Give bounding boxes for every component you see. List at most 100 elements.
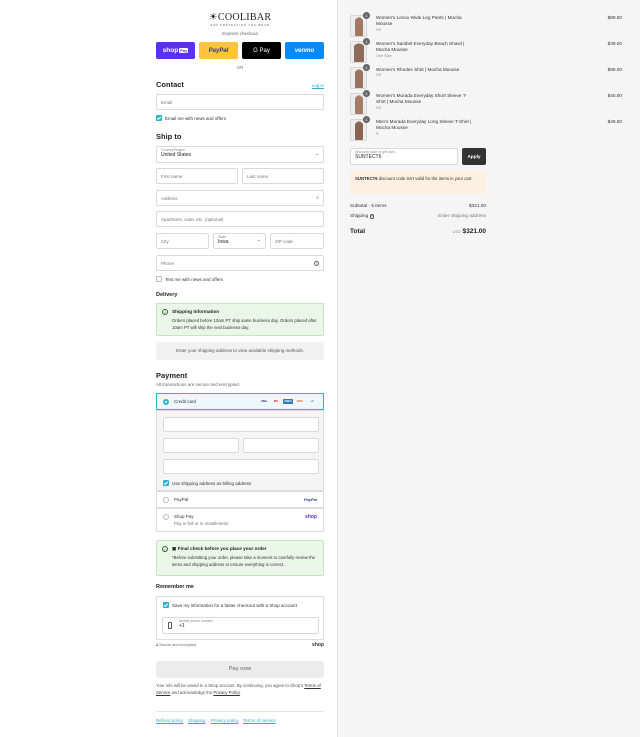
discount-code-field[interactable]: Discount code or gift card SUNTECT6 <box>350 148 458 165</box>
venmo-button[interactable]: venmo <box>285 42 324 59</box>
shop-pay-text: Shop Pay Pay in full or in installments <box>174 514 229 526</box>
address-placeholder: Address <box>161 195 178 201</box>
phone-field[interactable]: Phone? <box>156 255 324 271</box>
city-field[interactable]: City <box>156 233 209 249</box>
subtotal-label: Subtotal · 5 items <box>350 203 387 208</box>
credit-card-radio[interactable] <box>163 398 169 405</box>
cart-item: 1 Women's Rhodes Shirt | Mocha Mousse XS … <box>350 64 634 89</box>
shop-pay-radio[interactable] <box>163 514 169 520</box>
google-pay-button[interactable]: G Pay <box>242 42 281 59</box>
pay-now-button[interactable]: Pay now <box>156 661 324 678</box>
shipping-info-text: Orders placed before 10am PT ship same b… <box>172 318 317 330</box>
sms-row[interactable]: Text me with news and offers <box>156 276 223 282</box>
card-cvc-field[interactable] <box>243 438 319 453</box>
card-details-panel: Use shipping address as billing address <box>156 410 324 491</box>
form-container: ☀COOLIBAR SUN PROTECTION YOU WEAR Expres… <box>156 0 324 737</box>
quantity-badge: 1 <box>363 90 370 97</box>
login-link[interactable]: Log in <box>312 83 324 88</box>
mastercard-icon: MC <box>273 400 279 403</box>
card-number-field[interactable] <box>163 417 319 432</box>
visa-icon: VISA <box>260 400 268 403</box>
payment-subtitle: All transactions are secure and encrypte… <box>156 382 241 387</box>
currency-code: USD <box>452 230 461 234</box>
email-field[interactable]: Email <box>156 94 324 110</box>
remember-me-panel: Save my information for a faster checkou… <box>156 596 324 640</box>
disclaimer-and: and acknowledge the <box>171 689 213 695</box>
express-checkout-label: Express checkout <box>222 31 258 36</box>
product-variant: S <box>376 131 379 136</box>
first-name-field[interactable]: First name <box>156 168 238 184</box>
delivery-heading: Delivery <box>156 292 178 298</box>
state-select[interactable]: State Iowa ⌄ <box>213 233 266 249</box>
discount-error-box: SUNTECT6 discount code isn't valid for t… <box>350 171 486 194</box>
product-price: $45.00 <box>607 93 622 98</box>
shop-disclaimer: Your info will be saved to a Shop accoun… <box>156 683 324 696</box>
address-field[interactable]: Address ⌕ <box>156 190 324 206</box>
refund-policy-link[interactable]: Refund policy <box>156 718 183 723</box>
final-check-title: ▣ Final check before you place your orde… <box>172 546 267 552</box>
brand-logo[interactable]: ☀COOLIBAR SUN PROTECTION YOU WEAR <box>156 12 324 27</box>
last-name-field[interactable]: Last name <box>242 168 324 184</box>
terms-of-service-link[interactable]: Terms of service <box>243 718 276 723</box>
billing-same-label: Use shipping address as billing address <box>172 480 252 486</box>
cart-item: 1 Women's Sanibel Everyday Beach Shawl |… <box>350 38 634 63</box>
footer-divider <box>156 711 324 712</box>
billing-same-row[interactable]: Use shipping address as billing address <box>163 480 251 486</box>
search-icon: ⌕ <box>316 195 319 201</box>
disclaimer-end: . <box>239 689 241 695</box>
newsletter-row[interactable]: Email me with news and offers <box>156 115 226 121</box>
discount-error-text: discount code isn't valid for the items … <box>378 176 472 181</box>
privacy-link[interactable]: Privacy Policy <box>213 690 239 695</box>
quantity-badge: 1 <box>363 116 370 123</box>
sms-checkbox[interactable] <box>156 276 162 282</box>
sms-label: Text me with news and offers <box>165 276 223 282</box>
card-name-field[interactable] <box>163 459 319 474</box>
paypal-option[interactable]: PayPal PayPal <box>156 491 324 508</box>
checkout-form-column: ☀COOLIBAR SUN PROTECTION YOU WEAR Expres… <box>0 0 337 737</box>
remember-me-heading: Remember me <box>156 584 194 590</box>
check-circle-icon: ✓ <box>162 309 168 315</box>
apartment-field[interactable]: Apartment, suite, etc. (optional) <box>156 211 324 227</box>
product-info: Women's Morada Everyday Short Sleeve T-S… <box>376 93 472 111</box>
country-select[interactable]: Country/Region United States ⌄ <box>156 146 324 163</box>
privacy-policy-link[interactable]: Privacy policy <box>211 718 239 723</box>
paypal-button[interactable]: PayPal <box>199 42 238 59</box>
apply-button[interactable]: Apply <box>462 148 486 165</box>
country-value: United States <box>161 151 192 158</box>
secure-label: Secure and encrypted <box>159 643 197 647</box>
subtotal-value: $321.00 <box>469 203 486 208</box>
shop-pay-suffix: Pay <box>179 48 189 53</box>
discount-error-code: SUNTECT6 <box>355 176 378 181</box>
mobile-phone-field[interactable]: Mobile phone number +1 <box>162 617 319 634</box>
billing-same-checkbox[interactable] <box>163 480 169 486</box>
save-info-row[interactable]: Save my information for a faster checkou… <box>163 602 297 608</box>
product-price: $39.00 <box>607 41 622 46</box>
state-value: Iowa <box>218 238 229 245</box>
shipping-link[interactable]: Shipping <box>188 718 206 723</box>
card-expiry-field[interactable] <box>163 438 239 453</box>
mobile-phone-value: +1 <box>179 622 185 629</box>
product-info: Women's Lenox Wide Leg Pants | Mocha Mou… <box>376 15 472 33</box>
product-info: Women's Sanibel Everyday Beach Shawl | M… <box>376 41 472 59</box>
first-name-placeholder: First name <box>161 173 183 179</box>
phone-placeholder: Phone <box>161 260 175 266</box>
product-price: $99.00 <box>607 67 622 72</box>
credit-card-option[interactable]: Credit card VISA MC AMEX DISC +4 <box>156 393 324 410</box>
newsletter-checkbox[interactable] <box>156 115 162 121</box>
product-variant: One Size <box>376 53 392 58</box>
brand-tagline: SUN PROTECTION YOU WEAR <box>210 24 270 27</box>
product-price: $89.00 <box>607 15 622 20</box>
shipping-label-wrap: Shipping ? <box>350 213 375 219</box>
save-info-label: Save my information for a faster checkou… <box>172 602 297 608</box>
zip-field[interactable]: ZIP code <box>270 233 324 249</box>
help-icon[interactable]: ? <box>314 260 319 266</box>
help-icon[interactable]: ? <box>369 214 375 219</box>
mobile-phone-icon <box>168 622 172 629</box>
shipping-row: Shipping ? Enter shipping address <box>350 213 486 219</box>
paypal-radio[interactable] <box>163 496 169 503</box>
shop-pay-button[interactable]: shop Pay <box>156 42 195 59</box>
shop-pay-option[interactable]: Shop Pay Pay in full or in installments … <box>156 508 324 532</box>
card-brands: VISA MC AMEX DISC +4 <box>257 399 317 404</box>
save-info-checkbox[interactable] <box>163 602 169 608</box>
product-name: Men's Morada Everyday Long Sleeve T-Shir… <box>376 119 472 131</box>
